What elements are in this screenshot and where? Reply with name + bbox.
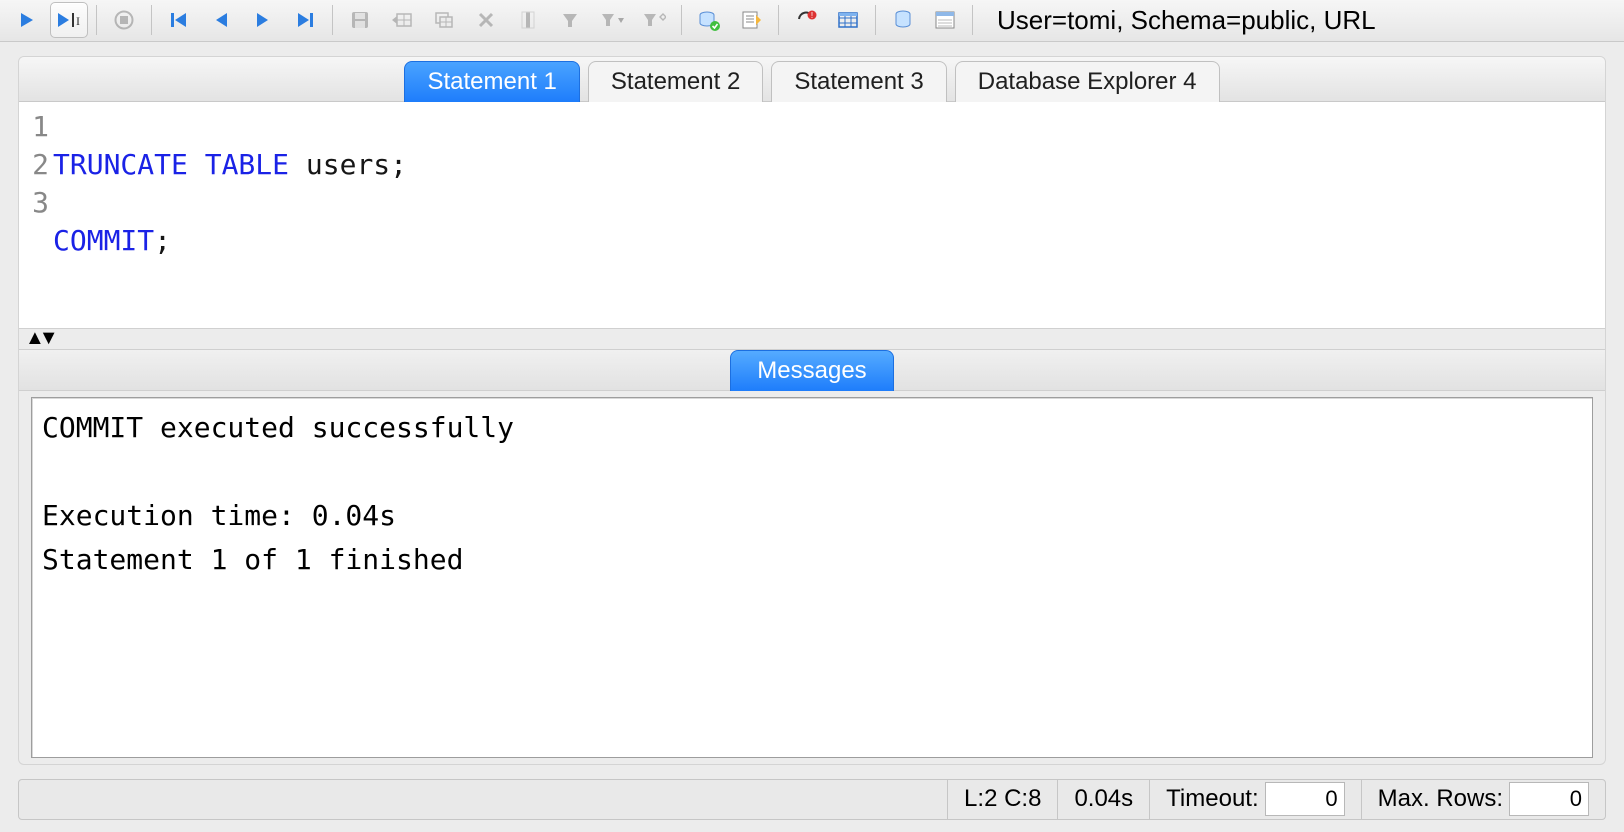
svg-text:!: !: [811, 11, 813, 20]
cursor-position: L:2 C:8: [947, 780, 1057, 819]
maxrows-label: Max. Rows:: [1378, 785, 1503, 813]
next-record-button[interactable]: [244, 2, 282, 38]
connection-status-text: User=tomi, Schema=public, URL: [997, 5, 1376, 36]
toolbar-separator: [96, 5, 97, 35]
messages-panel[interactable]: COMMIT executed successfully Execution t…: [31, 397, 1593, 758]
editor-gutter: 1 2 3: [19, 108, 53, 328]
db-browser-button[interactable]: [884, 2, 922, 38]
object-list-button[interactable]: [926, 2, 964, 38]
select-column-button[interactable]: [509, 2, 547, 38]
status-bar: L:2 C:8 0.04s Timeout: Max. Rows:: [18, 779, 1606, 820]
toolbar-separator: [681, 5, 682, 35]
insert-row-button[interactable]: [383, 2, 421, 38]
timeout-cell: Timeout:: [1149, 780, 1360, 819]
save-button[interactable]: [341, 2, 379, 38]
editor-tabbar: Statement 1 Statement 2 Statement 3 Data…: [19, 57, 1605, 102]
editor-code[interactable]: TRUNCATE TABLE users; COMMIT;: [53, 108, 1605, 328]
toolbar-separator: [972, 5, 973, 35]
delete-row-button[interactable]: [467, 2, 505, 38]
main-toolbar: I: [0, 0, 1624, 42]
timeout-label: Timeout:: [1166, 785, 1258, 813]
maxrows-input[interactable]: [1509, 782, 1589, 816]
line-number: 2: [21, 146, 49, 184]
toolbar-separator: [875, 5, 876, 35]
line-number: 3: [21, 184, 49, 222]
line-number: 1: [21, 108, 49, 146]
svg-text:I: I: [76, 14, 80, 28]
data-grid-button[interactable]: [829, 2, 867, 38]
tab-messages[interactable]: Messages: [730, 350, 893, 391]
splitter-up-icon: ▲: [25, 327, 39, 350]
prev-record-button[interactable]: [202, 2, 240, 38]
tab-database-explorer-4[interactable]: Database Explorer 4: [955, 61, 1220, 102]
sql-text: users;: [289, 148, 407, 181]
run-to-cursor-button[interactable]: I: [50, 2, 88, 38]
workspace: Statement 1 Statement 2 Statement 3 Data…: [18, 56, 1606, 765]
splitter-down-icon: ▼: [39, 327, 53, 350]
splitter-handle[interactable]: ▲ ▼: [19, 329, 1605, 349]
app-root: I: [0, 0, 1624, 832]
sql-text: ;: [154, 224, 171, 257]
stop-button[interactable]: [105, 2, 143, 38]
timeout-input[interactable]: [1265, 782, 1345, 816]
toolbar-separator: [332, 5, 333, 35]
filter-dropdown-button[interactable]: [593, 2, 631, 38]
tab-statement-2[interactable]: Statement 2: [588, 61, 763, 102]
filter-button[interactable]: [551, 2, 589, 38]
sql-keyword: COMMIT: [53, 224, 154, 257]
maxrows-cell: Max. Rows:: [1361, 780, 1605, 819]
execution-time: 0.04s: [1057, 780, 1149, 819]
sql-editor[interactable]: 1 2 3 TRUNCATE TABLE users; COMMIT;: [19, 102, 1605, 329]
reconnect-button[interactable]: !: [787, 2, 825, 38]
filter-clear-button[interactable]: [635, 2, 673, 38]
first-record-button[interactable]: [160, 2, 198, 38]
rollback-button[interactable]: [732, 2, 770, 38]
copy-row-button[interactable]: [425, 2, 463, 38]
run-button[interactable]: [8, 2, 46, 38]
sql-keyword: TRUNCATE TABLE: [53, 148, 289, 181]
tab-statement-3[interactable]: Statement 3: [771, 61, 946, 102]
commit-button[interactable]: [690, 2, 728, 38]
toolbar-separator: [151, 5, 152, 35]
toolbar-separator: [778, 5, 779, 35]
tab-statement-1[interactable]: Statement 1: [404, 61, 579, 102]
last-record-button[interactable]: [286, 2, 324, 38]
messages-tabbar: Messages: [19, 349, 1605, 391]
